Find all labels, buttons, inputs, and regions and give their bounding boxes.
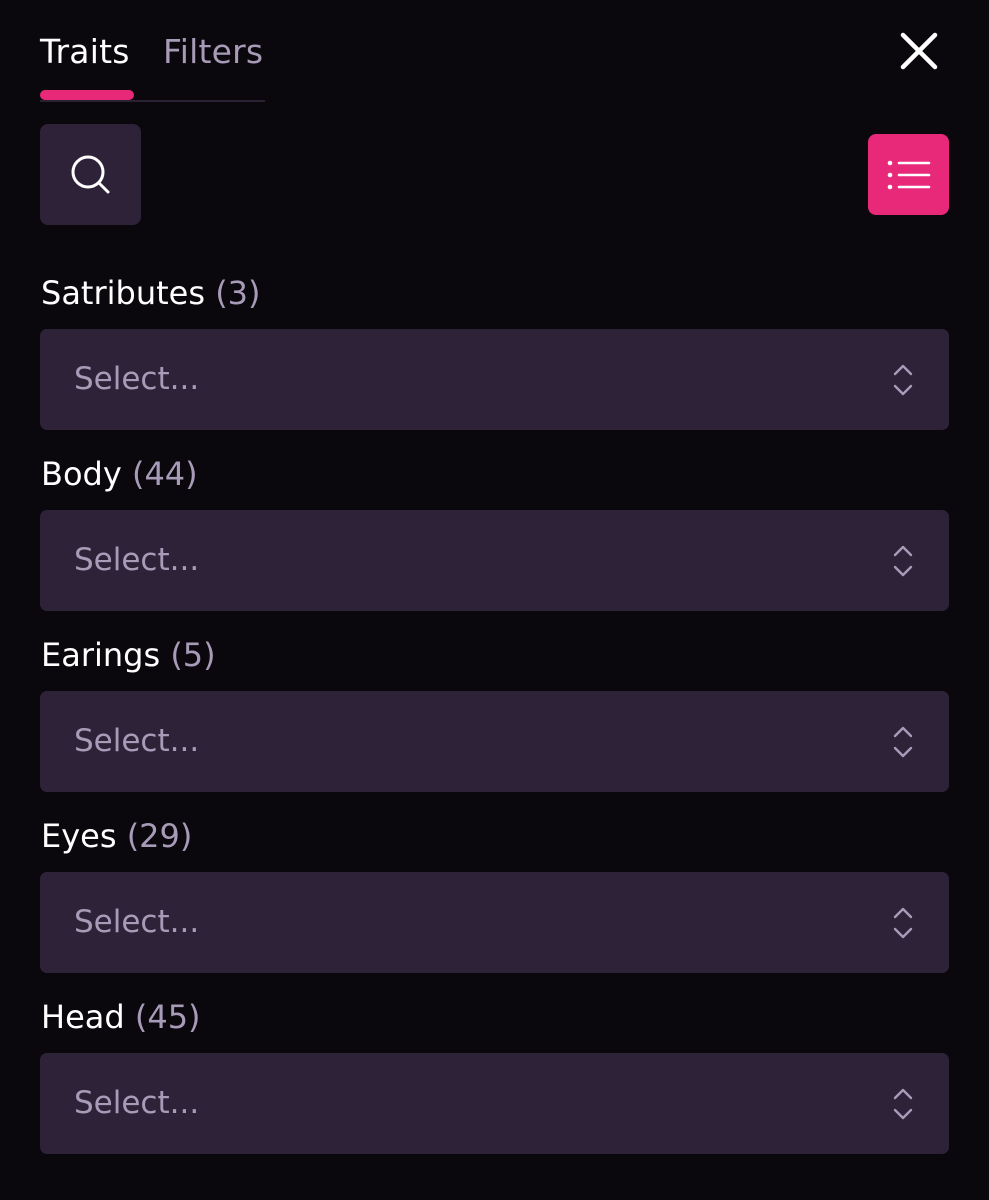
trait-name: Head [41,998,125,1036]
trait-label: Eyes (29) [41,816,192,856]
trait-select-body[interactable]: Select... [40,510,949,611]
trait-label: Earings (5) [41,635,216,675]
trait-label: Satributes (3) [41,273,261,313]
close-icon [900,32,938,70]
select-placeholder: Select... [74,904,200,940]
active-tab-indicator [40,90,134,100]
chevron-up-down-icon [893,545,913,577]
tab-traits[interactable]: Traits [40,32,130,72]
tab-filters[interactable]: Filters [163,32,263,72]
select-placeholder: Select... [74,1085,200,1121]
trait-count: (44) [131,455,198,493]
trait-count: (3) [215,274,261,312]
trait-count: (5) [170,636,216,674]
trait-count: (29) [126,817,193,855]
trait-count: (45) [134,998,201,1036]
chevron-up-down-icon [893,1088,913,1120]
close-button[interactable] [896,28,942,74]
chevron-up-down-icon [893,907,913,939]
select-placeholder: Select... [74,542,200,578]
tab-track [40,100,265,102]
trait-select-earings[interactable]: Select... [40,691,949,792]
tab-bar: Traits Filters [40,24,265,102]
chevron-up-down-icon [893,726,913,758]
search-icon [71,155,109,193]
select-placeholder: Select... [74,361,200,397]
trait-label: Head (45) [41,997,201,1037]
select-placeholder: Select... [74,723,200,759]
list-icon [887,160,930,189]
trait-name: Body [41,455,122,493]
trait-select-head[interactable]: Select... [40,1053,949,1154]
list-view-button[interactable] [868,134,949,215]
trait-select-eyes[interactable]: Select... [40,872,949,973]
trait-select-satributes[interactable]: Select... [40,329,949,430]
trait-name: Earings [41,636,161,674]
trait-name: Eyes [41,817,117,855]
chevron-up-down-icon [893,364,913,396]
trait-name: Satributes [41,274,206,312]
search-button[interactable] [40,124,141,225]
trait-label: Body (44) [41,454,198,494]
